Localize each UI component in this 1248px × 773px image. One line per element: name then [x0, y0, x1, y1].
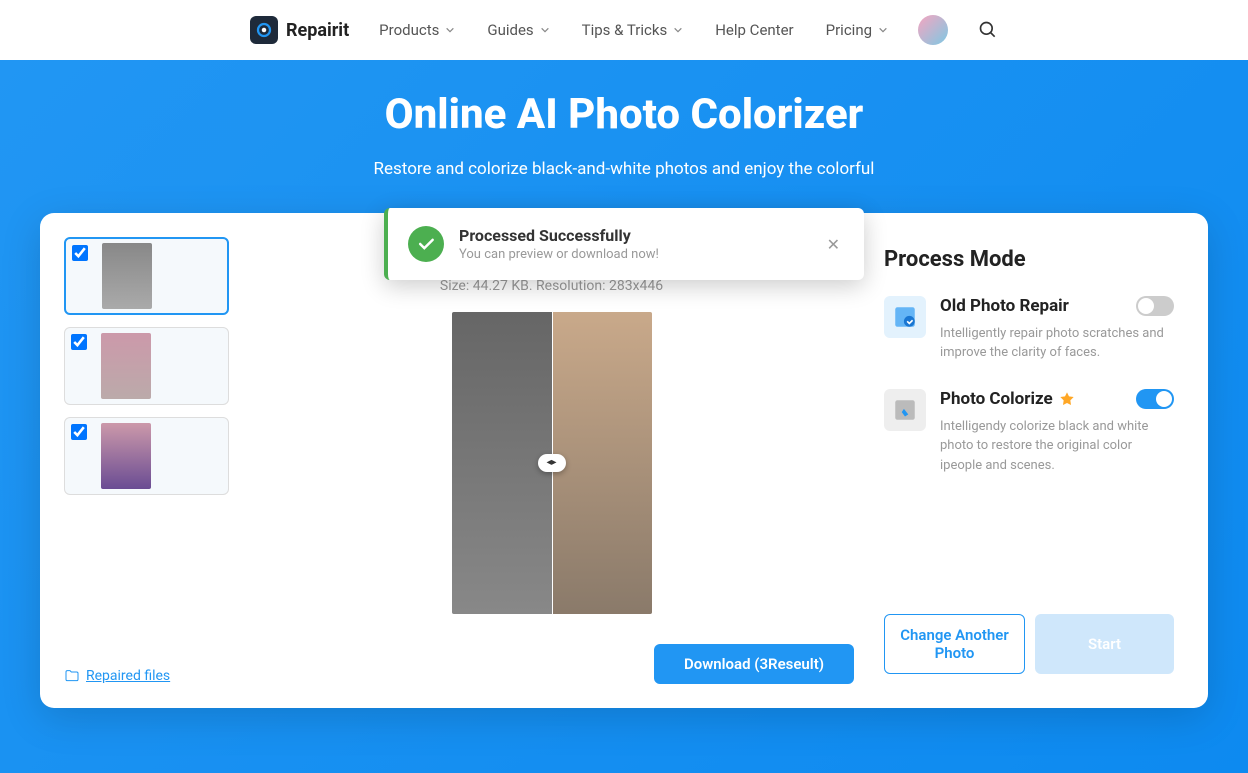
mode-description: Intelligently repair photo scratches and…: [940, 324, 1174, 363]
colorize-toggle[interactable]: [1136, 389, 1174, 409]
toast-body: Processed Successfully You can preview o…: [459, 226, 808, 262]
thumbnail-checkbox[interactable]: [71, 334, 87, 350]
premium-icon: [1059, 391, 1075, 407]
preview-before: [452, 312, 552, 614]
nav-products[interactable]: Products: [379, 21, 455, 39]
thumbnail-item[interactable]: [64, 417, 229, 495]
preview-after: [552, 312, 652, 614]
mode-title: Old Photo Repair: [940, 296, 1069, 316]
toast-title: Processed Successfully: [459, 226, 808, 245]
comparison-slider[interactable]: ◂▸: [538, 454, 566, 472]
nav-pricing[interactable]: Pricing: [826, 21, 888, 39]
thumbnail-checkbox[interactable]: [71, 424, 87, 440]
mode-title: Photo Colorize: [940, 389, 1053, 409]
start-button[interactable]: Start: [1035, 614, 1174, 674]
hero: Online AI Photo Colorizer Restore and co…: [0, 60, 1248, 773]
page-subtitle: Restore and colorize black-and-white pho…: [84, 157, 1164, 183]
close-icon[interactable]: ✕: [823, 231, 844, 258]
colorize-icon: [884, 389, 926, 431]
mode-photo-colorize: Photo Colorize Intelligendy colorize bla…: [884, 389, 1174, 476]
thumbnail-item[interactable]: [64, 237, 229, 315]
thumbnail-image: [101, 333, 151, 399]
brand-name: Repairit: [286, 20, 349, 41]
thumbnail-checkbox[interactable]: [72, 245, 88, 261]
preview-panel: test (8).jpg Size: 44.27 KB. Resolution:…: [249, 237, 854, 624]
thumbnail-image: [101, 423, 151, 489]
nav: Products Guides Tips & Tricks Help Cente…: [379, 21, 888, 39]
header: Repairit Products Guides Tips & Tricks H…: [0, 0, 1248, 60]
repair-toggle[interactable]: [1136, 296, 1174, 316]
nav-guides[interactable]: Guides: [487, 21, 549, 39]
nav-help[interactable]: Help Center: [715, 21, 793, 39]
thumbnail-image: [102, 243, 152, 309]
repair-icon: [884, 296, 926, 338]
mode-description: Intelligendy colorize black and white ph…: [940, 417, 1174, 476]
process-mode-panel: Process Mode Old Photo Repair Intelligen…: [874, 237, 1184, 684]
toast-success: Processed Successfully You can preview o…: [384, 208, 864, 280]
search-icon[interactable]: [978, 20, 998, 40]
process-mode-title: Process Mode: [884, 247, 1174, 272]
page-title: Online AI Photo Colorizer: [0, 90, 1248, 139]
nav-tips[interactable]: Tips & Tricks: [582, 21, 684, 39]
download-button[interactable]: Download (3Reseult): [654, 644, 854, 684]
chevron-down-icon: [673, 25, 683, 35]
chevron-down-icon: [445, 25, 455, 35]
check-icon: [408, 226, 444, 262]
chevron-down-icon: [878, 25, 888, 35]
avatar[interactable]: [918, 15, 948, 45]
repaired-files-link[interactable]: Repaired files: [64, 668, 170, 684]
logo-icon: [250, 16, 278, 44]
mode-old-photo-repair: Old Photo Repair Intelligently repair ph…: [884, 296, 1174, 363]
comparison-preview: ◂▸: [452, 312, 652, 614]
thumbnail-list: [64, 237, 229, 495]
thumbnail-item[interactable]: [64, 327, 229, 405]
change-photo-button[interactable]: Change Another Photo: [884, 614, 1025, 674]
folder-icon: [64, 668, 80, 684]
chevron-down-icon: [540, 25, 550, 35]
toast-subtitle: You can preview or download now!: [459, 247, 808, 262]
logo[interactable]: Repairit: [250, 16, 349, 44]
main-card: Repaired files test (8).jpg Size: 44.27 …: [40, 213, 1208, 708]
